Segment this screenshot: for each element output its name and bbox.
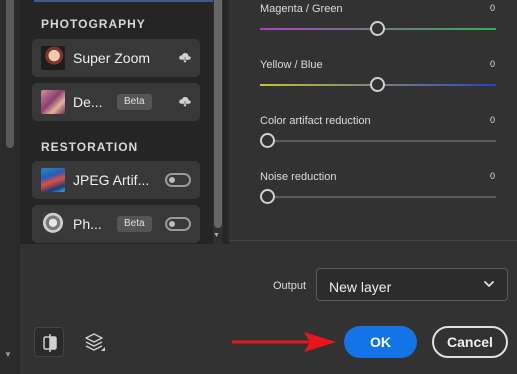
filter-item-label: Super Zoom <box>73 50 151 66</box>
chevron-down-icon <box>484 281 494 287</box>
slider-knob-magenta-green[interactable] <box>370 21 385 36</box>
cloud-download-icon[interactable] <box>178 95 192 109</box>
jpeg-artifacts-toggle[interactable] <box>165 173 191 187</box>
filter-item-label: Ph... <box>73 216 102 232</box>
slider-value-noise-reduction: 0 <box>489 171 495 181</box>
cloud-download-icon[interactable] <box>178 51 192 65</box>
slider-value-magenta-green: 0 <box>489 3 495 13</box>
depth-blur-thumbnail <box>41 90 65 114</box>
filter-item-depth-blur[interactable]: De... Beta <box>32 83 200 121</box>
slider-label-color-artifact-reduction: Color artifact reduction <box>260 115 371 127</box>
photo-restoration-toggle[interactable] <box>165 217 191 231</box>
slider-label-magenta-green: Magenta / Green <box>260 3 343 15</box>
ok-button[interactable]: OK <box>344 326 417 358</box>
settings-bottom-divider <box>229 240 517 241</box>
outer-scrollbar-thumb[interactable] <box>6 0 14 148</box>
cancel-button[interactable]: Cancel <box>432 326 508 358</box>
photo-restoration-thumbnail <box>41 212 65 236</box>
beta-badge: Beta <box>117 94 152 110</box>
selected-item-edge <box>34 0 219 2</box>
layers-button[interactable] <box>78 327 108 357</box>
slider-track-color-artifact-reduction[interactable] <box>260 140 496 142</box>
slider-label-yellow-blue: Yellow / Blue <box>260 59 323 71</box>
slider-value-color-artifact-reduction: 0 <box>489 115 495 125</box>
slider-label-noise-reduction: Noise reduction <box>260 171 337 183</box>
filter-settings-panel: Magenta / Green 0 Yellow / Blue 0 Color … <box>229 0 517 244</box>
scroll-down-arrow-icon[interactable]: ▼ <box>213 232 220 239</box>
output-dropdown[interactable]: New layer <box>316 268 508 301</box>
filter-item-photo-restoration[interactable]: Ph... Beta <box>32 205 200 243</box>
beta-badge: Beta <box>117 216 152 232</box>
filter-list-scrollbar-thumb[interactable] <box>214 0 222 228</box>
neural-filters-list: PHOTOGRAPHY Super Zoom De... Beta RESTOR… <box>20 0 227 244</box>
compare-view-button[interactable] <box>34 327 64 357</box>
scroll-down-arrow-icon[interactable]: ▼ <box>4 350 12 359</box>
jpeg-artifacts-thumbnail <box>41 168 65 192</box>
filter-item-jpeg-artifacts[interactable]: JPEG Artif... <box>32 161 200 199</box>
filter-item-label: JPEG Artif... <box>73 172 150 188</box>
output-label: Output <box>273 280 307 292</box>
slider-knob-yellow-blue[interactable] <box>370 77 385 92</box>
filter-item-label: De... <box>73 94 103 110</box>
split-view-icon <box>43 334 57 352</box>
section-title-restoration: RESTORATION <box>41 140 139 154</box>
slider-knob-noise-reduction[interactable] <box>260 189 275 204</box>
layers-icon <box>85 333 105 351</box>
outer-scrollbar[interactable]: ▼ <box>0 0 20 374</box>
section-title-photography: PHOTOGRAPHY <box>41 17 146 31</box>
output-selected-value: New layer <box>329 279 392 295</box>
slider-knob-color-artifact-reduction[interactable] <box>260 133 275 148</box>
slider-track-noise-reduction[interactable] <box>260 196 496 198</box>
slider-value-yellow-blue: 0 <box>489 59 495 69</box>
filter-item-super-zoom[interactable]: Super Zoom <box>32 39 200 77</box>
super-zoom-thumbnail <box>41 46 65 70</box>
red-arrow-annotation-icon <box>232 332 336 352</box>
